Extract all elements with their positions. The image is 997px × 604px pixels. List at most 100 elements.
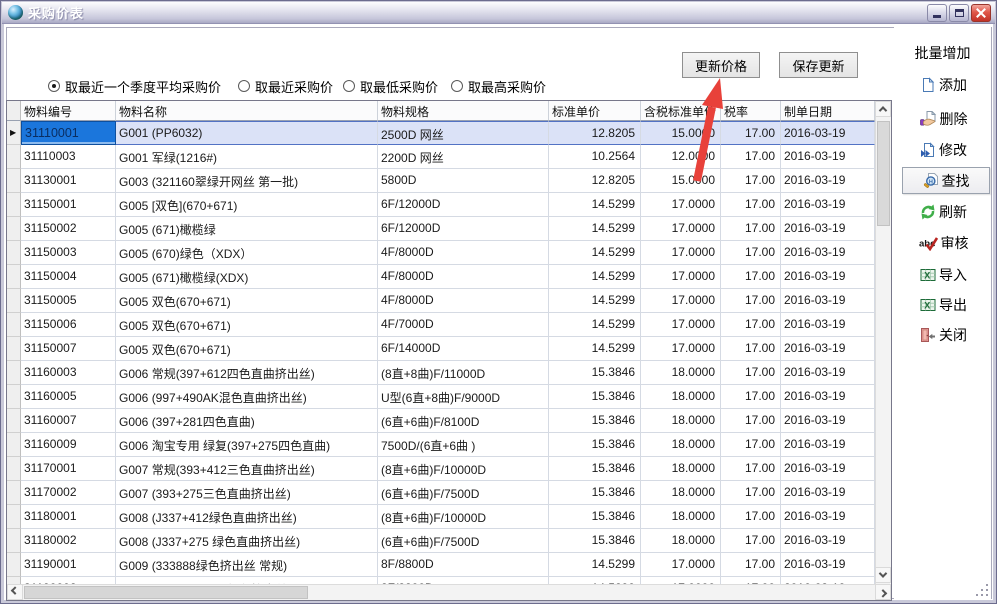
cell-tax_price[interactable]: 18.0000 bbox=[641, 505, 721, 529]
cell-spec[interactable]: (6直+6曲)F/7500D bbox=[378, 529, 549, 553]
cell-tax_price[interactable]: 17.0000 bbox=[641, 193, 721, 217]
current-row-marker[interactable]: ▶ bbox=[7, 121, 21, 145]
cell-code[interactable]: 31150001 bbox=[21, 193, 116, 217]
column-header-3[interactable]: 标准单价 bbox=[549, 101, 641, 121]
table-row[interactable]: 31170002G007 (393+275三色直曲挤出丝)(6直+6曲)F/75… bbox=[7, 481, 875, 505]
cell-price[interactable]: 12.8205 bbox=[549, 169, 641, 193]
column-header-0[interactable]: 物料编号 bbox=[21, 101, 116, 121]
cell-spec[interactable]: (6直+6曲)F/8100D bbox=[378, 409, 549, 433]
cell-name[interactable]: G007 常规(393+412三色直曲挤出丝) bbox=[116, 457, 378, 481]
cell-tax_rate[interactable]: 17.00 bbox=[721, 505, 781, 529]
cell-code[interactable]: 31170002 bbox=[21, 481, 116, 505]
cell-tax_rate[interactable]: 17.00 bbox=[721, 577, 781, 584]
scroll-left-button[interactable] bbox=[7, 584, 23, 600]
scroll-right-button[interactable] bbox=[875, 584, 891, 600]
cell-code[interactable]: 31150007 bbox=[21, 337, 116, 361]
cell-date[interactable]: 2016-03-19 bbox=[781, 265, 875, 289]
cell-tax_rate[interactable]: 17.00 bbox=[721, 313, 781, 337]
table-row[interactable]: 31110003G001 军绿(1216#)2200D 网丝10.256412.… bbox=[7, 145, 875, 169]
cell-name[interactable]: G009 (333888绿色挤出丝 常规) bbox=[116, 553, 378, 577]
cell-tax_rate[interactable]: 17.00 bbox=[721, 217, 781, 241]
cell-date[interactable]: 2016-03-19 bbox=[781, 457, 875, 481]
table-row[interactable]: 31150007G005 双色(670+671)6F/14000D14.5299… bbox=[7, 337, 875, 361]
table-row[interactable]: 31180001G008 (J337+412绿色直曲挤出丝)(8直+6曲)F/1… bbox=[7, 505, 875, 529]
cell-date[interactable]: 2016-03-19 bbox=[781, 193, 875, 217]
sidebar-item-查找[interactable]: H查找 bbox=[902, 167, 990, 194]
cell-date[interactable]: 2016-03-19 bbox=[781, 289, 875, 313]
cell-date[interactable]: 2016-03-19 bbox=[781, 481, 875, 505]
update-price-button[interactable]: 更新价格 bbox=[682, 52, 760, 78]
cell-date[interactable]: 2016-03-19 bbox=[781, 577, 875, 584]
cell-spec[interactable]: 2500D 网丝 bbox=[378, 121, 549, 145]
table-row[interactable]: 31190001G009 (333888绿色挤出丝 常规)8F/8800D14.… bbox=[7, 553, 875, 577]
table-row[interactable]: 31160009G006 淘宝专用 绿复(397+275四色直曲)7500D/(… bbox=[7, 433, 875, 457]
cell-spec[interactable]: 4F/8000D bbox=[378, 265, 549, 289]
cell-tax_rate[interactable]: 17.00 bbox=[721, 193, 781, 217]
save-update-button[interactable]: 保存更新 bbox=[779, 52, 858, 78]
price-mode-radio-1[interactable]: 取最近采购价 bbox=[238, 77, 333, 95]
cell-date[interactable]: 2016-03-19 bbox=[781, 361, 875, 385]
cell-price[interactable]: 15.3846 bbox=[549, 433, 641, 457]
table-row[interactable]: 31170001G007 常规(393+412三色直曲挤出丝)(8直+6曲)F/… bbox=[7, 457, 875, 481]
row-indicator[interactable] bbox=[7, 313, 21, 337]
vertical-scrollbar[interactable] bbox=[875, 101, 891, 584]
cell-price[interactable]: 15.3846 bbox=[549, 361, 641, 385]
cell-name[interactable]: G005 双色(670+671) bbox=[116, 313, 378, 337]
cell-code[interactable]: 31160009 bbox=[21, 433, 116, 457]
cell-date[interactable]: 2016-03-19 bbox=[781, 529, 875, 553]
cell-price[interactable]: 15.3846 bbox=[549, 385, 641, 409]
cell-tax_price[interactable]: 17.0000 bbox=[641, 553, 721, 577]
row-indicator[interactable] bbox=[7, 457, 21, 481]
cell-code[interactable]: 31150005 bbox=[21, 289, 116, 313]
table-row[interactable]: 31160005G006 (997+490AK混色直曲挤出丝)U型(6直+8曲)… bbox=[7, 385, 875, 409]
table-row[interactable]: 31150002G005 (671)橄榄绿6F/12000D14.529917.… bbox=[7, 217, 875, 241]
cell-spec[interactable]: 4F/8000D bbox=[378, 289, 549, 313]
cell-date[interactable]: 2016-03-19 bbox=[781, 121, 875, 145]
row-indicator[interactable] bbox=[7, 289, 21, 313]
cell-price[interactable]: 10.2564 bbox=[549, 145, 641, 169]
sidebar-item-修改[interactable]: 修改 bbox=[900, 138, 987, 162]
cell-name[interactable]: G005 (671)橄榄绿 bbox=[116, 217, 378, 241]
cell-price[interactable]: 14.5299 bbox=[549, 241, 641, 265]
horizontal-scrollbar[interactable] bbox=[7, 584, 891, 600]
cell-code[interactable]: 31160005 bbox=[21, 385, 116, 409]
cell-tax_price[interactable]: 18.0000 bbox=[641, 361, 721, 385]
cell-name[interactable]: G009 (333888(+7.1)绿色挤出丝) bbox=[116, 577, 378, 584]
row-indicator[interactable] bbox=[7, 385, 21, 409]
price-mode-radio-2[interactable]: 取最低采购价 bbox=[343, 77, 438, 95]
cell-date[interactable]: 2016-03-19 bbox=[781, 217, 875, 241]
table-row[interactable]: 31150004G005 (671)橄榄绿(XDX)4F/8000D14.529… bbox=[7, 265, 875, 289]
cell-tax_price[interactable]: 12.0000 bbox=[641, 145, 721, 169]
cell-tax_price[interactable]: 18.0000 bbox=[641, 433, 721, 457]
table-row[interactable]: 31130001G003 (321160翠绿开网丝 第一批)5800D12.82… bbox=[7, 169, 875, 193]
row-indicator[interactable] bbox=[7, 577, 21, 584]
cell-price[interactable]: 14.5299 bbox=[549, 337, 641, 361]
cell-date[interactable]: 2016-03-19 bbox=[781, 241, 875, 265]
cell-code[interactable]: 31110003 bbox=[21, 145, 116, 169]
cell-name[interactable]: G005 (670)绿色（XDX） bbox=[116, 241, 378, 265]
cell-date[interactable]: 2016-03-19 bbox=[781, 169, 875, 193]
cell-tax_price[interactable]: 17.0000 bbox=[641, 265, 721, 289]
row-indicator[interactable] bbox=[7, 337, 21, 361]
cell-code[interactable]: 31160003 bbox=[21, 361, 116, 385]
cell-price[interactable]: 12.8205 bbox=[549, 121, 641, 145]
cell-date[interactable]: 2016-03-19 bbox=[781, 409, 875, 433]
row-indicator[interactable] bbox=[7, 505, 21, 529]
cell-code[interactable]: 31170001 bbox=[21, 457, 116, 481]
row-indicator[interactable] bbox=[7, 169, 21, 193]
cell-price[interactable]: 15.3846 bbox=[549, 529, 641, 553]
cell-tax_rate[interactable]: 17.00 bbox=[721, 289, 781, 313]
cell-name[interactable]: G006 常规(397+612四色直曲挤出丝) bbox=[116, 361, 378, 385]
table-row[interactable]: 31150005G005 双色(670+671)4F/8000D14.52991… bbox=[7, 289, 875, 313]
cell-spec[interactable]: 6F/12000D bbox=[378, 193, 549, 217]
cell-name[interactable]: G006 (997+490AK混色直曲挤出丝) bbox=[116, 385, 378, 409]
cell-name[interactable]: G005 [双色](670+671) bbox=[116, 193, 378, 217]
cell-spec[interactable]: 6F/12000D bbox=[378, 217, 549, 241]
cell-spec[interactable]: 2200D 网丝 bbox=[378, 145, 549, 169]
cell-code[interactable]: 31110001 bbox=[21, 121, 116, 145]
cell-code[interactable]: 31180002 bbox=[21, 529, 116, 553]
cell-date[interactable]: 2016-03-19 bbox=[781, 505, 875, 529]
cell-name[interactable]: G001 军绿(1216#) bbox=[116, 145, 378, 169]
cell-date[interactable]: 2016-03-19 bbox=[781, 337, 875, 361]
minimize-button[interactable] bbox=[927, 4, 947, 22]
